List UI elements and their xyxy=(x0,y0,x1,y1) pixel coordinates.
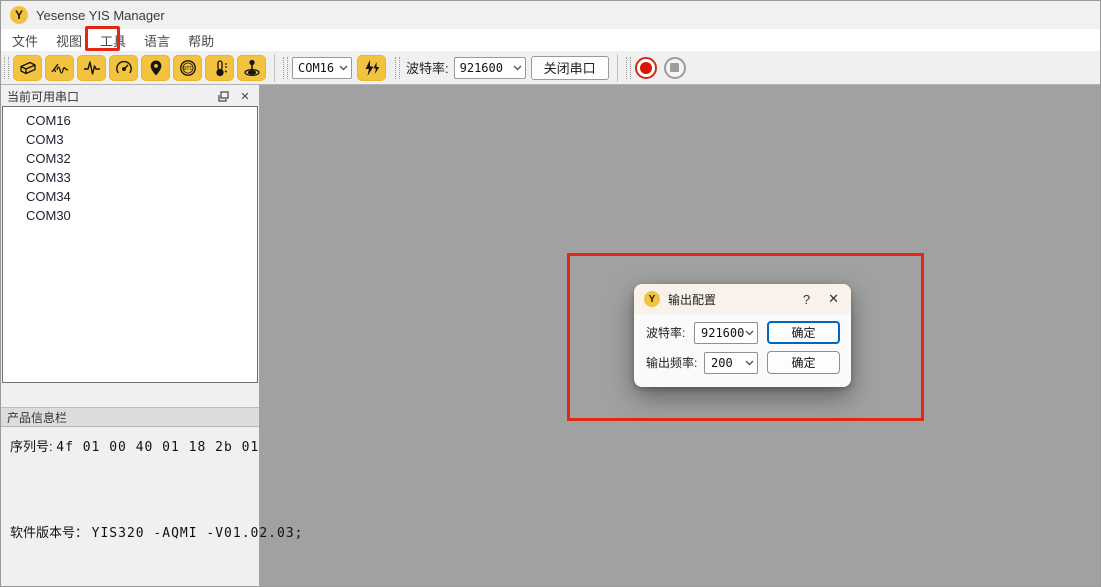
baud-rate-row: 波特率: 921600 确定 xyxy=(646,321,840,344)
chevron-down-icon xyxy=(508,65,522,71)
toolbar-button-angle-wave[interactable] xyxy=(45,55,74,81)
record-button[interactable] xyxy=(635,57,657,79)
dialog-output-rate-value: 200 xyxy=(711,356,733,370)
toolbar-button-attitude[interactable] xyxy=(237,55,266,81)
toolbar-grip[interactable] xyxy=(395,57,400,79)
dialog-title: 输出配置 xyxy=(668,291,716,308)
record-icon xyxy=(640,62,652,74)
stop-button[interactable] xyxy=(664,57,686,79)
dialog-close-button[interactable]: ✕ xyxy=(816,291,841,307)
baud-select-value: 921600 xyxy=(460,61,503,75)
cube-3d-icon xyxy=(18,58,38,78)
location-pin-icon xyxy=(146,58,166,78)
app-window: Y Yesense YIS Manager 文件 视图 工具 语言 帮助 xyxy=(0,0,1101,587)
port-select-value: COM16 xyxy=(298,61,334,75)
dialog-logo-icon: Y xyxy=(644,291,660,307)
toolbar-button-3d-view[interactable] xyxy=(13,55,42,81)
toolbar-button-location[interactable] xyxy=(141,55,170,81)
output-rate-row: 输出频率: 200 确定 xyxy=(646,351,840,374)
dialog-title-bar: Y 输出配置 ? ✕ xyxy=(634,284,851,314)
toolbar: UTC COM16 xyxy=(1,51,1100,85)
toolbar-grip[interactable] xyxy=(4,57,9,79)
output-config-dialog: Y 输出配置 ? ✕ 波特率: 921600 确定 输出频率: 200 xyxy=(634,284,851,387)
dialog-baud-label: 波特率: xyxy=(646,324,685,341)
dialog-help-button[interactable]: ? xyxy=(797,292,816,307)
baud-select[interactable]: 921600 xyxy=(454,57,526,79)
ports-panel-title: 当前可用串口 xyxy=(7,88,209,105)
toolbar-button-temperature[interactable] xyxy=(205,55,234,81)
chevron-down-icon xyxy=(745,330,754,336)
toolbar-grip[interactable] xyxy=(283,57,288,79)
ports-list: COM16 COM3 COM32 COM33 COM34 COM30 xyxy=(2,106,258,383)
main-area: 当前可用串口 ✕ COM16 COM3 COM32 COM33 COM34 CO… xyxy=(1,85,1100,587)
thermometer-icon xyxy=(210,58,230,78)
refresh-ports-button[interactable] xyxy=(357,55,386,81)
list-item-port[interactable]: COM3 xyxy=(3,130,257,149)
double-lightning-icon xyxy=(362,58,382,78)
confirm-baud-button[interactable]: 确定 xyxy=(767,321,840,344)
list-item-port[interactable]: COM32 xyxy=(3,149,257,168)
list-item-port[interactable]: COM16 xyxy=(3,111,257,130)
menu-item-help[interactable]: 帮助 xyxy=(179,29,223,52)
chevron-down-icon xyxy=(745,360,754,366)
waveform-pulse-icon xyxy=(82,58,102,78)
chevron-down-icon xyxy=(334,65,348,71)
menu-item-language[interactable]: 语言 xyxy=(135,29,179,52)
title-bar: Y Yesense YIS Manager xyxy=(1,1,1100,29)
app-logo-icon: Y xyxy=(10,6,28,24)
serial-number-line: 序列号: 4f 01 00 40 01 18 2b 01 xyxy=(10,436,259,455)
ports-panel-header: 当前可用串口 ✕ xyxy=(1,88,259,105)
toolbar-button-gauge[interactable] xyxy=(109,55,138,81)
svg-text:UTC: UTC xyxy=(183,66,192,72)
software-version-value: YIS320 -AQMI -V01.02.03; xyxy=(92,526,304,541)
menu-item-tools[interactable]: 工具 xyxy=(91,29,135,52)
serial-number-value: 4f 01 00 40 01 18 2b 01 xyxy=(56,440,259,455)
menu-bar: 文件 视图 工具 语言 帮助 xyxy=(1,29,1100,51)
serial-number-label: 序列号: xyxy=(10,439,53,454)
toolbar-grip[interactable] xyxy=(626,57,631,79)
product-info-title: 产品信息栏 xyxy=(7,409,67,426)
menu-item-view[interactable]: 视图 xyxy=(47,29,91,52)
attitude-pin-icon xyxy=(242,58,262,78)
stop-icon xyxy=(670,63,679,72)
dialog-body: 波特率: 921600 确定 输出频率: 200 确定 xyxy=(634,314,851,374)
toolbar-button-waveform[interactable] xyxy=(77,55,106,81)
dialog-output-rate-select[interactable]: 200 xyxy=(704,352,758,374)
utc-clock-icon: UTC xyxy=(178,58,198,78)
toolbar-separator xyxy=(274,54,275,82)
software-version-label: 软件版本号： xyxy=(10,525,88,540)
window-title: Yesense YIS Manager xyxy=(36,8,165,23)
port-select[interactable]: COM16 xyxy=(292,57,352,79)
close-panel-icon[interactable]: ✕ xyxy=(237,89,253,104)
waveform-angle-icon xyxy=(50,58,70,78)
software-version-line: 软件版本号： YIS320 -AQMI -V01.02.03; xyxy=(10,522,303,541)
gauge-icon xyxy=(114,58,134,78)
list-item-port[interactable]: COM30 xyxy=(3,206,257,225)
list-item-port[interactable]: COM33 xyxy=(3,168,257,187)
dialog-baud-select[interactable]: 921600 xyxy=(694,322,758,344)
dialog-output-rate-label: 输出频率: xyxy=(646,354,697,371)
toolbar-separator xyxy=(617,54,618,82)
toolbar-button-utc-clock[interactable]: UTC xyxy=(173,55,202,81)
close-serial-port-button[interactable]: 关闭串口 xyxy=(531,56,609,80)
menu-item-file[interactable]: 文件 xyxy=(3,29,47,52)
confirm-output-rate-button[interactable]: 确定 xyxy=(767,351,840,374)
product-info-header: 产品信息栏 xyxy=(1,407,259,427)
dialog-baud-value: 921600 xyxy=(701,326,744,340)
baud-rate-label: 波特率: xyxy=(406,58,449,77)
list-item-port[interactable]: COM34 xyxy=(3,187,257,206)
float-panel-icon[interactable] xyxy=(215,89,231,104)
